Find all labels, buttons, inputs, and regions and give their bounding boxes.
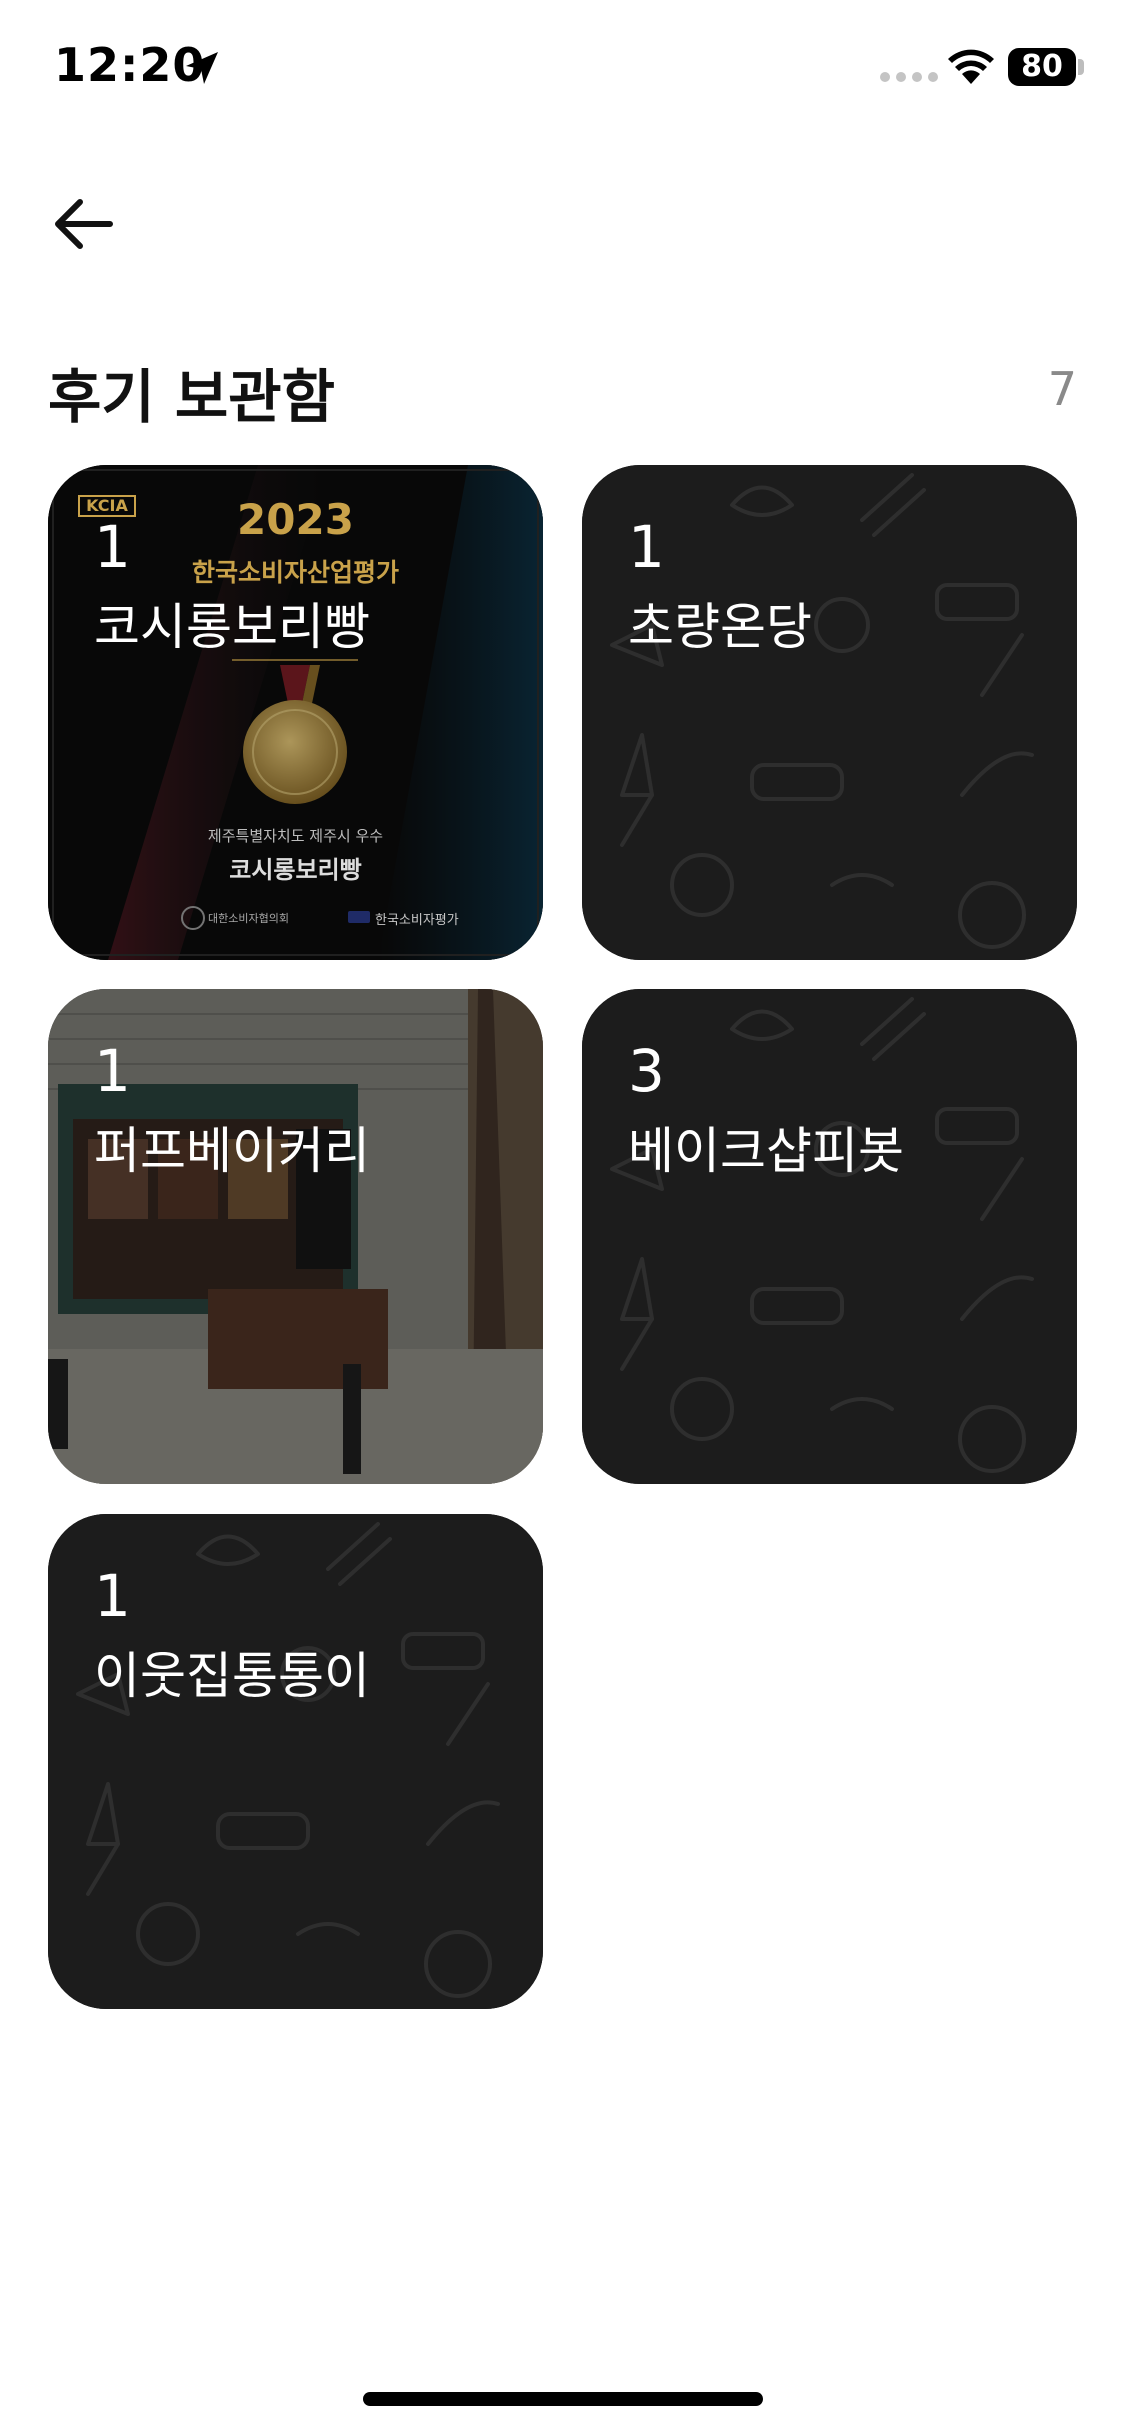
cellular-signal-icon <box>880 72 938 82</box>
bakery-card-cosirong[interactable]: KCIA 2023 한국소비자산업평가 제주특별자치도 제주시 우수 코시롱보리… <box>48 465 543 960</box>
bakery-card-neighbor[interactable]: 1 이웃집통통이 <box>48 1514 543 2009</box>
card-bakery-name: 초량온당 <box>628 598 812 656</box>
review-archive-screen: 12:20 80 후기 보관함 7 KCIA 2023 한국소비자산업평가 제주… <box>0 0 1125 2436</box>
status-bar: 12:20 80 <box>0 0 1125 140</box>
battery-icon: 80 <box>1008 48 1076 86</box>
battery-cap <box>1078 59 1084 75</box>
card-review-count: 1 <box>94 1562 131 1630</box>
card-bakery-name: 퍼프베이커리 <box>94 1122 370 1180</box>
award-region: 제주특별자치도 제주시 우수 <box>207 827 384 845</box>
card-review-count: 1 <box>94 1037 131 1105</box>
card-review-count: 3 <box>628 1037 665 1105</box>
home-indicator[interactable] <box>363 2392 763 2406</box>
review-total-count: 7 <box>1047 362 1077 416</box>
card-review-count: 1 <box>628 513 665 581</box>
page-title: 후기 보관함 <box>48 363 335 431</box>
bakery-card-puff[interactable]: 1 퍼프베이커리 <box>48 989 543 1484</box>
wifi-icon <box>948 49 994 84</box>
award-winner: 코시롱보리빵 <box>229 856 362 884</box>
location-arrow-icon <box>186 52 218 84</box>
card-bakery-name: 이웃집통통이 <box>94 1647 370 1705</box>
award-host: 대한소비자협의회 <box>208 912 289 925</box>
card-review-count: 1 <box>94 513 131 581</box>
bakery-card-bakeshop-pivot[interactable]: 3 베이크샵피봇 <box>582 989 1077 1484</box>
back-arrow-icon[interactable] <box>48 188 120 260</box>
card-bakery-name: 베이크샵피봇 <box>628 1122 904 1180</box>
card-bakery-name: 코시롱보리빵 <box>94 598 370 656</box>
award-organizer: 한국소비자평가 <box>375 913 459 928</box>
bakery-card-choryang[interactable]: 1 초량온당 <box>582 465 1077 960</box>
